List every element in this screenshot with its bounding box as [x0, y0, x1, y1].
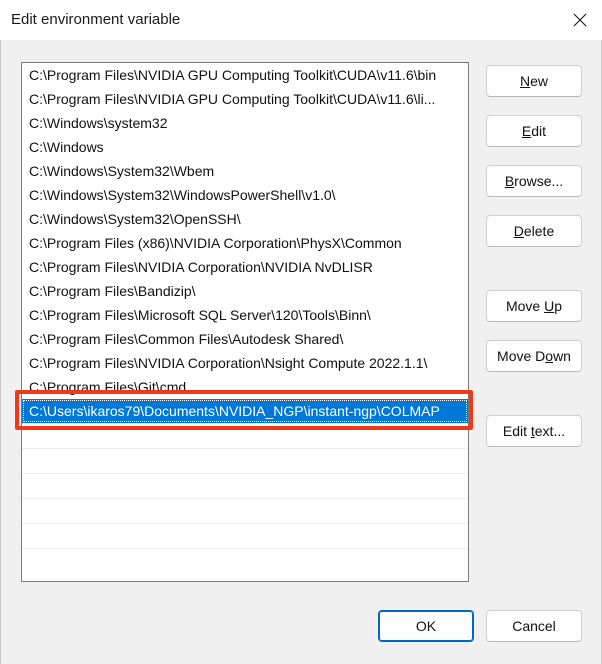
btn-text: elete [523, 223, 555, 239]
path-item[interactable]: C:\Program Files\NVIDIA Corporation\NVID… [22, 255, 468, 279]
path-item[interactable]: C:\Windows\System32\OpenSSH\ [22, 207, 468, 231]
path-item[interactable]: C:\Program Files\NVIDIA GPU Computing To… [22, 87, 468, 111]
edit-button[interactable]: Edit [486, 115, 582, 147]
edit-text-button[interactable]: Edit text... [486, 415, 582, 447]
new-button[interactable]: New [486, 65, 582, 97]
btn-mnemonic: D [513, 223, 524, 239]
btn-text: Edit [502, 423, 531, 439]
path-item[interactable]: C:\Program Files (x86)\NVIDIA Corporatio… [22, 231, 468, 255]
path-item-selected[interactable]: C:\Users\ikaros79\Documents\NVIDIA_NGP\i… [22, 399, 468, 423]
btn-text: p [554, 298, 563, 314]
empty-row[interactable] [22, 523, 468, 548]
btn-text: Move [505, 298, 545, 314]
path-item[interactable]: C:\Program Files\Microsoft SQL Server\12… [22, 303, 468, 327]
path-item[interactable]: C:\Windows [22, 135, 468, 159]
btn-mnemonic: B [504, 173, 515, 189]
browse-button[interactable]: Browse... [486, 165, 582, 197]
btn-text: ew [530, 73, 549, 89]
btn-text: wn [553, 348, 571, 364]
path-list[interactable]: C:\Program Files\NVIDIA GPU Computing To… [21, 62, 469, 582]
window-border-left [0, 40, 1, 664]
empty-row[interactable] [22, 548, 468, 573]
path-item-label: C:\Users\ikaros79\Documents\NVIDIA_NGP\i… [29, 403, 440, 419]
btn-text: dit [531, 123, 547, 139]
btn-mnemonic: N [519, 73, 531, 89]
delete-button[interactable]: Delete [486, 215, 582, 247]
path-item[interactable]: C:\Windows\system32 [22, 111, 468, 135]
empty-row[interactable] [22, 473, 468, 498]
dialog-window: { "window": { "title": "Edit environment… [0, 0, 602, 664]
btn-mnemonic: E [521, 123, 532, 139]
ok-button[interactable]: OK [378, 610, 474, 642]
empty-row[interactable] [22, 498, 468, 523]
path-item[interactable]: C:\Program Files\NVIDIA GPU Computing To… [22, 63, 468, 87]
btn-mnemonic: U [544, 298, 555, 314]
empty-row[interactable] [22, 423, 468, 448]
path-item[interactable]: C:\Program Files\Git\cmd [22, 375, 468, 399]
path-item[interactable]: C:\Program Files\Bandizip\ [22, 279, 468, 303]
btn-text: rowse... [514, 173, 564, 189]
title-bar: Edit environment variable [0, 0, 602, 40]
path-item[interactable]: C:\Windows\System32\WindowsPowerShell\v1… [22, 183, 468, 207]
move-up-button[interactable]: Move Up [486, 290, 582, 322]
window-title: Edit environment variable [11, 11, 181, 28]
move-down-button[interactable]: Move Down [486, 340, 582, 372]
close-button[interactable] [558, 0, 602, 40]
btn-text: Move D [497, 348, 546, 364]
cancel-button[interactable]: Cancel [486, 610, 582, 642]
path-item[interactable]: C:\Program Files\NVIDIA Corporation\Nsig… [22, 351, 468, 375]
close-icon [573, 13, 587, 27]
path-item[interactable]: C:\Program Files\Common Files\Autodesk S… [22, 327, 468, 351]
empty-row[interactable] [22, 448, 468, 473]
path-item[interactable]: C:\Windows\System32\Wbem [22, 159, 468, 183]
btn-text: ext... [534, 423, 566, 439]
btn-mnemonic: o [545, 348, 554, 364]
